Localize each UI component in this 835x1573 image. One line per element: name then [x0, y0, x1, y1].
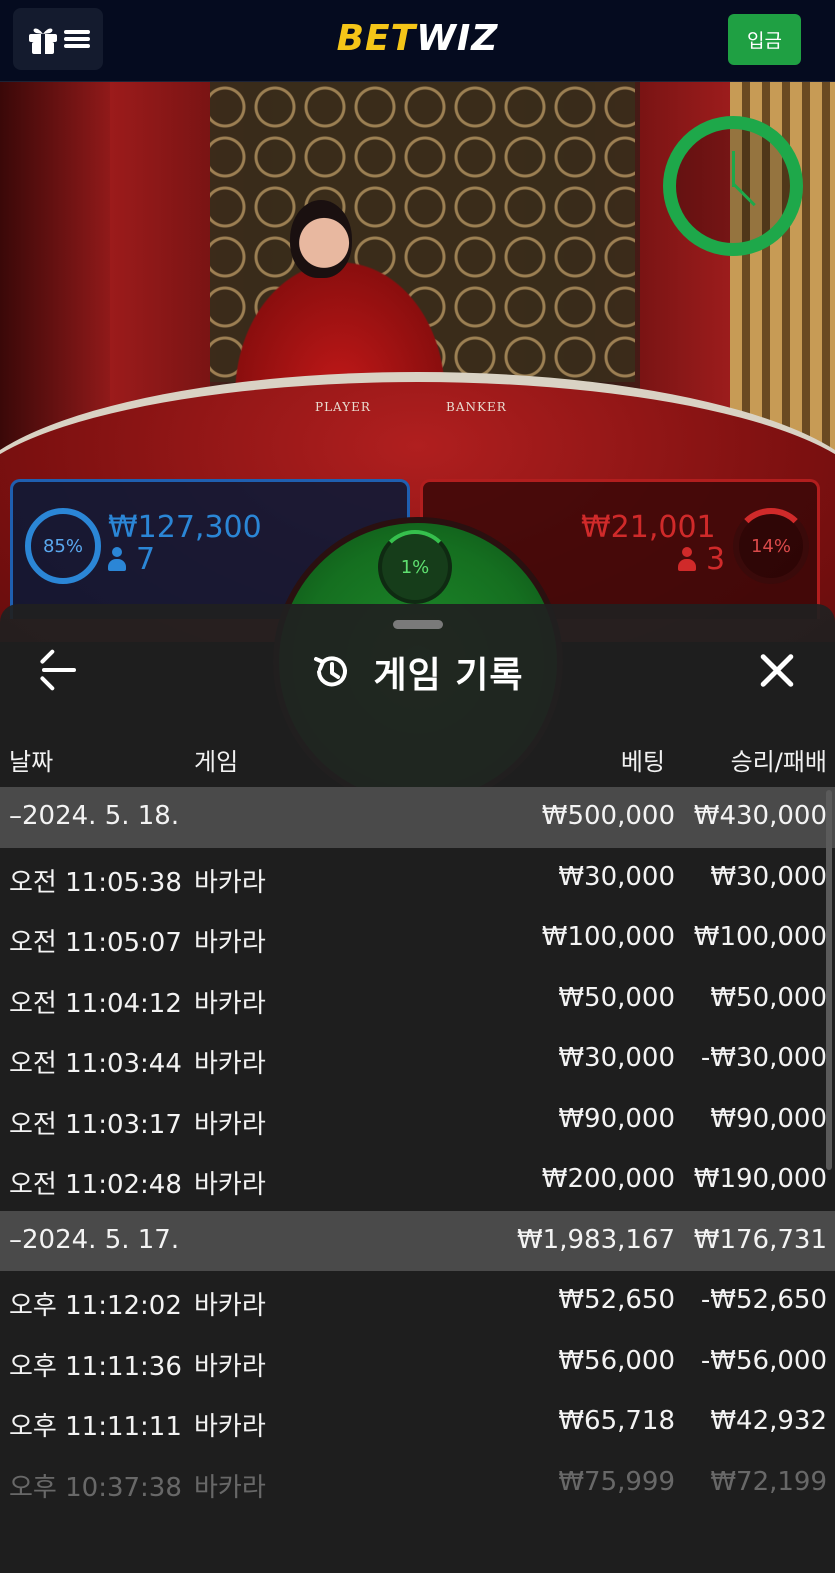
tie-percent-ring: 1%	[378, 530, 452, 604]
row-result: ₩72,199	[710, 1466, 827, 1497]
row-bet: ₩30,000	[558, 1043, 675, 1073]
date-group-row[interactable]: –2024. 5. 18. ₩500,000 ₩430,000	[0, 787, 835, 848]
banker-count-value: 3	[706, 542, 726, 577]
timer-icon	[663, 116, 803, 256]
row-bet: ₩90,000	[558, 1103, 675, 1134]
history-row: 오후 11:11:36 바카라 ₩56,000 -₩56,000	[0, 1332, 835, 1393]
dealer-head	[290, 200, 352, 278]
row-game: 바카라	[194, 1472, 266, 1503]
row-result: ₩176,731	[693, 1224, 827, 1255]
banker-percent-ring: 14%	[733, 508, 809, 584]
history-list: –2024. 5. 18. ₩500,000 ₩430,000 오전 11:05:38…	[0, 787, 835, 1513]
row-game: 바카라	[194, 1351, 266, 1382]
row-bet: ₩75,999	[558, 1466, 675, 1497]
deposit-button[interactable]: 입금	[728, 14, 801, 65]
scrollbar[interactable]	[826, 790, 832, 1170]
row-bet: ₩30,000	[558, 861, 675, 892]
row-game: 바카라	[194, 1291, 266, 1321]
row-bet: ₩500,000	[541, 801, 675, 831]
top-bar: BETWIZ 입금	[0, 0, 835, 82]
row-game: 바카라	[194, 1170, 266, 1200]
close-icon[interactable]	[757, 650, 797, 690]
date-group-row[interactable]: –2024. 5. 17. ₩1,983,167 ₩176,731	[0, 1210, 835, 1271]
player-percent-ring: 85%	[25, 508, 101, 584]
betwiz-logo[interactable]: BETWIZ	[0, 18, 835, 59]
row-result: -₩30,000	[700, 1043, 827, 1073]
row-game: 바카라	[194, 1412, 266, 1442]
history-row: 오전 11:05:38 바카라 ₩30,000 ₩30,000	[0, 848, 835, 909]
row-bet: ₩1,983,167	[516, 1224, 675, 1255]
row-bet: ₩56,000	[558, 1345, 675, 1376]
row-result: -₩52,650	[700, 1285, 827, 1315]
player-count-value: 7	[136, 542, 156, 577]
game-history-sheet: 게임 기록 날짜 게임 베팅 승리/패배 –2024. 5. 18. ₩500,0…	[0, 604, 835, 1573]
row-time: 오전 11:04:12	[9, 988, 182, 1019]
history-row: 오후 11:12:02 바카라 ₩52,650 -₩52,650	[0, 1271, 835, 1332]
history-row: 오전 11:04:12 바카라 ₩50,000 ₩50,000	[0, 969, 835, 1030]
row-game: 바카라	[194, 1049, 266, 1079]
row-result: ₩100,000	[693, 922, 827, 952]
logo-text-wiz: WIZ	[416, 18, 499, 59]
person-icon	[678, 547, 696, 571]
row-result: ₩42,932	[710, 1406, 827, 1436]
row-game: 바카라	[194, 988, 266, 1019]
date-group-label: –2024. 5. 18.	[9, 801, 180, 831]
row-time: 오후 11:11:11	[9, 1412, 182, 1442]
row-bet: ₩100,000	[541, 922, 675, 952]
row-result: ₩190,000	[693, 1164, 827, 1194]
column-header-game[interactable]: 게임	[194, 742, 238, 777]
history-row: 오전 11:05:07 바카라 ₩100,000 ₩100,000	[0, 908, 835, 969]
history-row: 오전 11:03:44 바카라 ₩30,000 -₩30,000	[0, 1029, 835, 1090]
column-header-bet[interactable]: 베팅	[621, 742, 665, 777]
row-bet: ₩200,000	[541, 1164, 675, 1194]
table-label-player: PLAYER	[315, 400, 371, 414]
banker-bettor-count: 3	[678, 542, 725, 577]
row-time: 오전 11:03:17	[9, 1109, 182, 1140]
row-result: ₩30,000	[710, 861, 827, 892]
history-icon	[314, 656, 348, 687]
row-game: 바카라	[194, 867, 266, 898]
row-time: 오후 11:11:36	[9, 1351, 182, 1382]
sheet-header: 게임 기록	[0, 634, 835, 706]
row-bet: ₩50,000	[558, 982, 675, 1013]
row-bet: ₩52,650	[558, 1285, 675, 1315]
row-result: ₩50,000	[710, 982, 827, 1013]
column-header-result[interactable]: 승리/패배	[731, 742, 827, 777]
table-label-banker: BANKER	[446, 400, 507, 414]
logo-text-bet: BET	[336, 18, 417, 59]
person-icon	[108, 547, 126, 571]
history-row: 오후 11:11:11 바카라 ₩65,718 ₩42,932	[0, 1392, 835, 1453]
sheet-title-group: 게임 기록	[0, 646, 835, 698]
row-result: -₩56,000	[700, 1345, 827, 1376]
row-time: 오전 11:03:44	[9, 1049, 182, 1079]
row-result: ₩430,000	[693, 801, 827, 831]
history-row: 오전 11:02:48 바카라 ₩200,000 ₩190,000	[0, 1150, 835, 1211]
row-time: 오전 11:02:48	[9, 1170, 182, 1200]
history-row: 오후 10:37:38 바카라 ₩75,999 ₩72,199	[0, 1453, 835, 1514]
date-group-label: –2024. 5. 17.	[9, 1224, 180, 1255]
player-bettor-count: 7	[108, 542, 155, 577]
row-game: 바카라	[194, 928, 266, 958]
row-bet: ₩65,718	[558, 1406, 675, 1436]
banker-total-amount: ₩21,001	[581, 510, 716, 545]
history-row: 오전 11:03:17 바카라 ₩90,000 ₩90,000	[0, 1090, 835, 1151]
row-time: 오후 11:12:02	[9, 1291, 182, 1321]
row-game: 바카라	[194, 1109, 266, 1140]
player-total-amount: ₩127,300	[108, 510, 262, 545]
row-time: 오전 11:05:07	[9, 928, 182, 958]
row-result: ₩90,000	[710, 1103, 827, 1134]
row-time: 오후 10:37:38	[9, 1472, 182, 1503]
sheet-title: 게임 기록	[373, 655, 524, 696]
sheet-drag-handle[interactable]	[393, 620, 443, 629]
column-header-date[interactable]: 날짜	[9, 742, 53, 777]
row-time: 오전 11:05:38	[9, 867, 182, 898]
